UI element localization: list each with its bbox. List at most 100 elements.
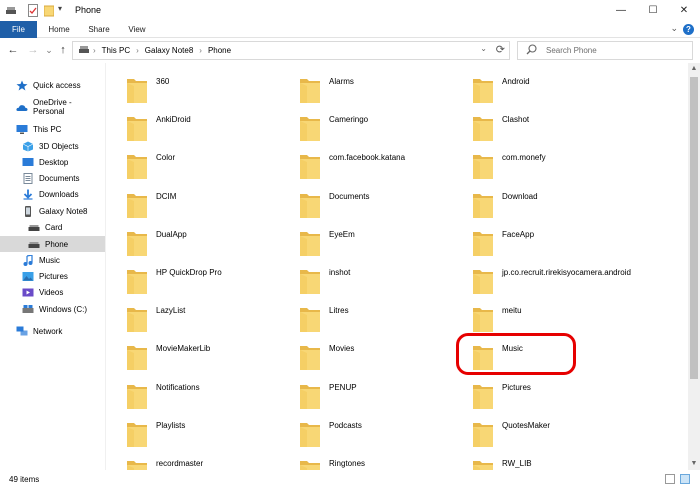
details-view-button[interactable] [665, 474, 675, 484]
folder-name: Podcasts [329, 420, 362, 430]
help-icon[interactable]: ? [683, 24, 694, 35]
folder-icon [472, 267, 494, 295]
pane-divider[interactable] [105, 63, 106, 470]
folder-item[interactable]: Podcasts [293, 415, 466, 453]
folder-item[interactable]: jp.co.recruit.rirekisyocamera.android [466, 262, 639, 300]
folder-icon [299, 343, 321, 371]
folder-icon [472, 152, 494, 180]
disk-icon [22, 304, 34, 315]
nav-item-desktop[interactable]: Desktop [0, 154, 105, 170]
folder-item[interactable]: RW_LIB [466, 453, 639, 470]
search-input[interactable]: Search Phone [517, 41, 693, 60]
breadcrumb-this-pc[interactable]: This PC [102, 46, 130, 55]
minimize-button[interactable]: — [605, 0, 637, 21]
drive-icon[interactable] [6, 6, 16, 14]
download-icon [22, 189, 34, 200]
folder-item[interactable]: Litres [293, 300, 466, 338]
breadcrumb-phone[interactable]: Phone [208, 46, 231, 55]
folder-item[interactable]: 360 [120, 71, 293, 109]
new-folder-icon[interactable] [43, 4, 55, 17]
folder-item[interactable]: Movies [293, 338, 466, 376]
folder-item[interactable]: PENUP [293, 377, 466, 415]
forward-button[interactable]: → [26, 43, 40, 57]
close-button[interactable]: ✕ [668, 0, 700, 21]
breadcrumb-separator[interactable]: › [199, 46, 202, 55]
folder-item[interactable]: com.facebook.katana [293, 147, 466, 185]
folder-name: Notifications [156, 382, 200, 392]
expand-ribbon-icon[interactable]: ⌄ [670, 23, 678, 34]
large-icons-view-button[interactable] [680, 474, 690, 484]
folder-name: Clashot [502, 115, 530, 125]
folder-item[interactable]: Ringtones [293, 453, 466, 470]
folder-item[interactable]: Android [466, 71, 639, 109]
nav-item-videos[interactable]: Videos [0, 284, 105, 300]
tab-share[interactable]: Share [82, 21, 116, 38]
tab-view[interactable]: View [122, 21, 152, 38]
nav-item-galaxy-note8[interactable]: Galaxy Note8 [0, 203, 105, 219]
folder-item[interactable]: Color [120, 147, 293, 185]
folder-item[interactable]: Pictures [466, 377, 639, 415]
nav-item-phone[interactable]: Phone [0, 236, 105, 252]
nav-item-windows-c[interactable]: Windows (C:) [0, 301, 105, 317]
scroll-up-arrow[interactable]: ▲ [688, 63, 700, 75]
folder-name: Litres [329, 306, 349, 316]
nav-item-network[interactable]: Network [0, 323, 105, 339]
folder-item[interactable]: Alarms [293, 71, 466, 109]
nav-item-pictures[interactable]: Pictures [0, 268, 105, 284]
folder-name: com.monefy [502, 153, 546, 163]
folder-item[interactable]: Documents [293, 186, 466, 224]
folder-item[interactable]: AnkiDroid [120, 109, 293, 147]
chevron-down-icon[interactable]: ⌄ [480, 44, 487, 53]
folder-icon [299, 152, 321, 180]
tab-home[interactable]: Home [43, 21, 75, 38]
folder-item[interactable]: Notifications [120, 377, 293, 415]
folder-item[interactable]: HP QuickDrop Pro [120, 262, 293, 300]
up-button[interactable]: ↑ [56, 43, 70, 57]
folder-item[interactable]: FaceApp [466, 224, 639, 262]
breadcrumb-separator: › [93, 46, 96, 55]
scrollbar-thumb[interactable] [690, 77, 698, 379]
folder-item[interactable]: QuotesMaker [466, 415, 639, 453]
nav-item-music[interactable]: Music [0, 252, 105, 268]
folder-item[interactable]: MovieMakerLib [120, 338, 293, 376]
nav-item-documents[interactable]: Documents [0, 170, 105, 186]
properties-icon[interactable] [28, 4, 38, 17]
folder-item[interactable]: inshot [293, 262, 466, 300]
nav-item-downloads[interactable]: Downloads [0, 186, 105, 202]
tab-file[interactable]: File [0, 21, 37, 38]
nav-item-onedrive-personal[interactable]: OneDrive - Personal [0, 98, 105, 116]
drive-icon [28, 239, 40, 250]
nav-item-card[interactable]: Card [0, 219, 105, 235]
folder-item[interactable]: com.monefy [466, 147, 639, 185]
folder-item[interactable]: Clashot [466, 109, 639, 147]
folder-item[interactable]: Playlists [120, 415, 293, 453]
scroll-down-arrow[interactable]: ▼ [688, 458, 700, 470]
folder-item[interactable]: recordmaster [120, 453, 293, 470]
refresh-icon[interactable]: ⟳ [496, 43, 505, 56]
folder-item[interactable]: Download [466, 186, 639, 224]
folder-icon [472, 229, 494, 257]
customize-toolbar-icon[interactable]: ▾ [58, 4, 66, 17]
breadcrumb-separator[interactable]: › [136, 46, 139, 55]
nav-item-this-pc[interactable]: This PC [0, 121, 105, 137]
maximize-button[interactable]: ☐ [637, 0, 669, 21]
search-placeholder: Search Phone [546, 46, 597, 55]
folder-item[interactable]: DCIM [120, 186, 293, 224]
folder-item[interactable]: EyeEm [293, 224, 466, 262]
address-bar[interactable]: › This PC › Galaxy Note8 › Phone ⌄ ⟳ [72, 41, 510, 60]
folder-name: DualApp [156, 229, 187, 239]
back-button[interactable]: ← [6, 43, 20, 57]
computer-icon [16, 124, 28, 135]
breadcrumb-galaxy-note8[interactable]: Galaxy Note8 [145, 46, 193, 55]
folder-item[interactable]: DualApp [120, 224, 293, 262]
nav-item-quick-access[interactable]: Quick access [0, 77, 105, 93]
vertical-scrollbar[interactable]: ▲ ▼ [688, 63, 700, 470]
folder-item[interactable]: LazyList [120, 300, 293, 338]
folder-item[interactable]: Cameringo [293, 109, 466, 147]
nav-item-3d-objects[interactable]: 3D Objects [0, 138, 105, 154]
drive-icon [28, 222, 40, 233]
folder-name: Android [502, 77, 530, 86]
document-icon [22, 172, 34, 184]
folder-name: Documents [329, 191, 370, 201]
recent-locations-button[interactable]: ⌄ [42, 43, 56, 57]
